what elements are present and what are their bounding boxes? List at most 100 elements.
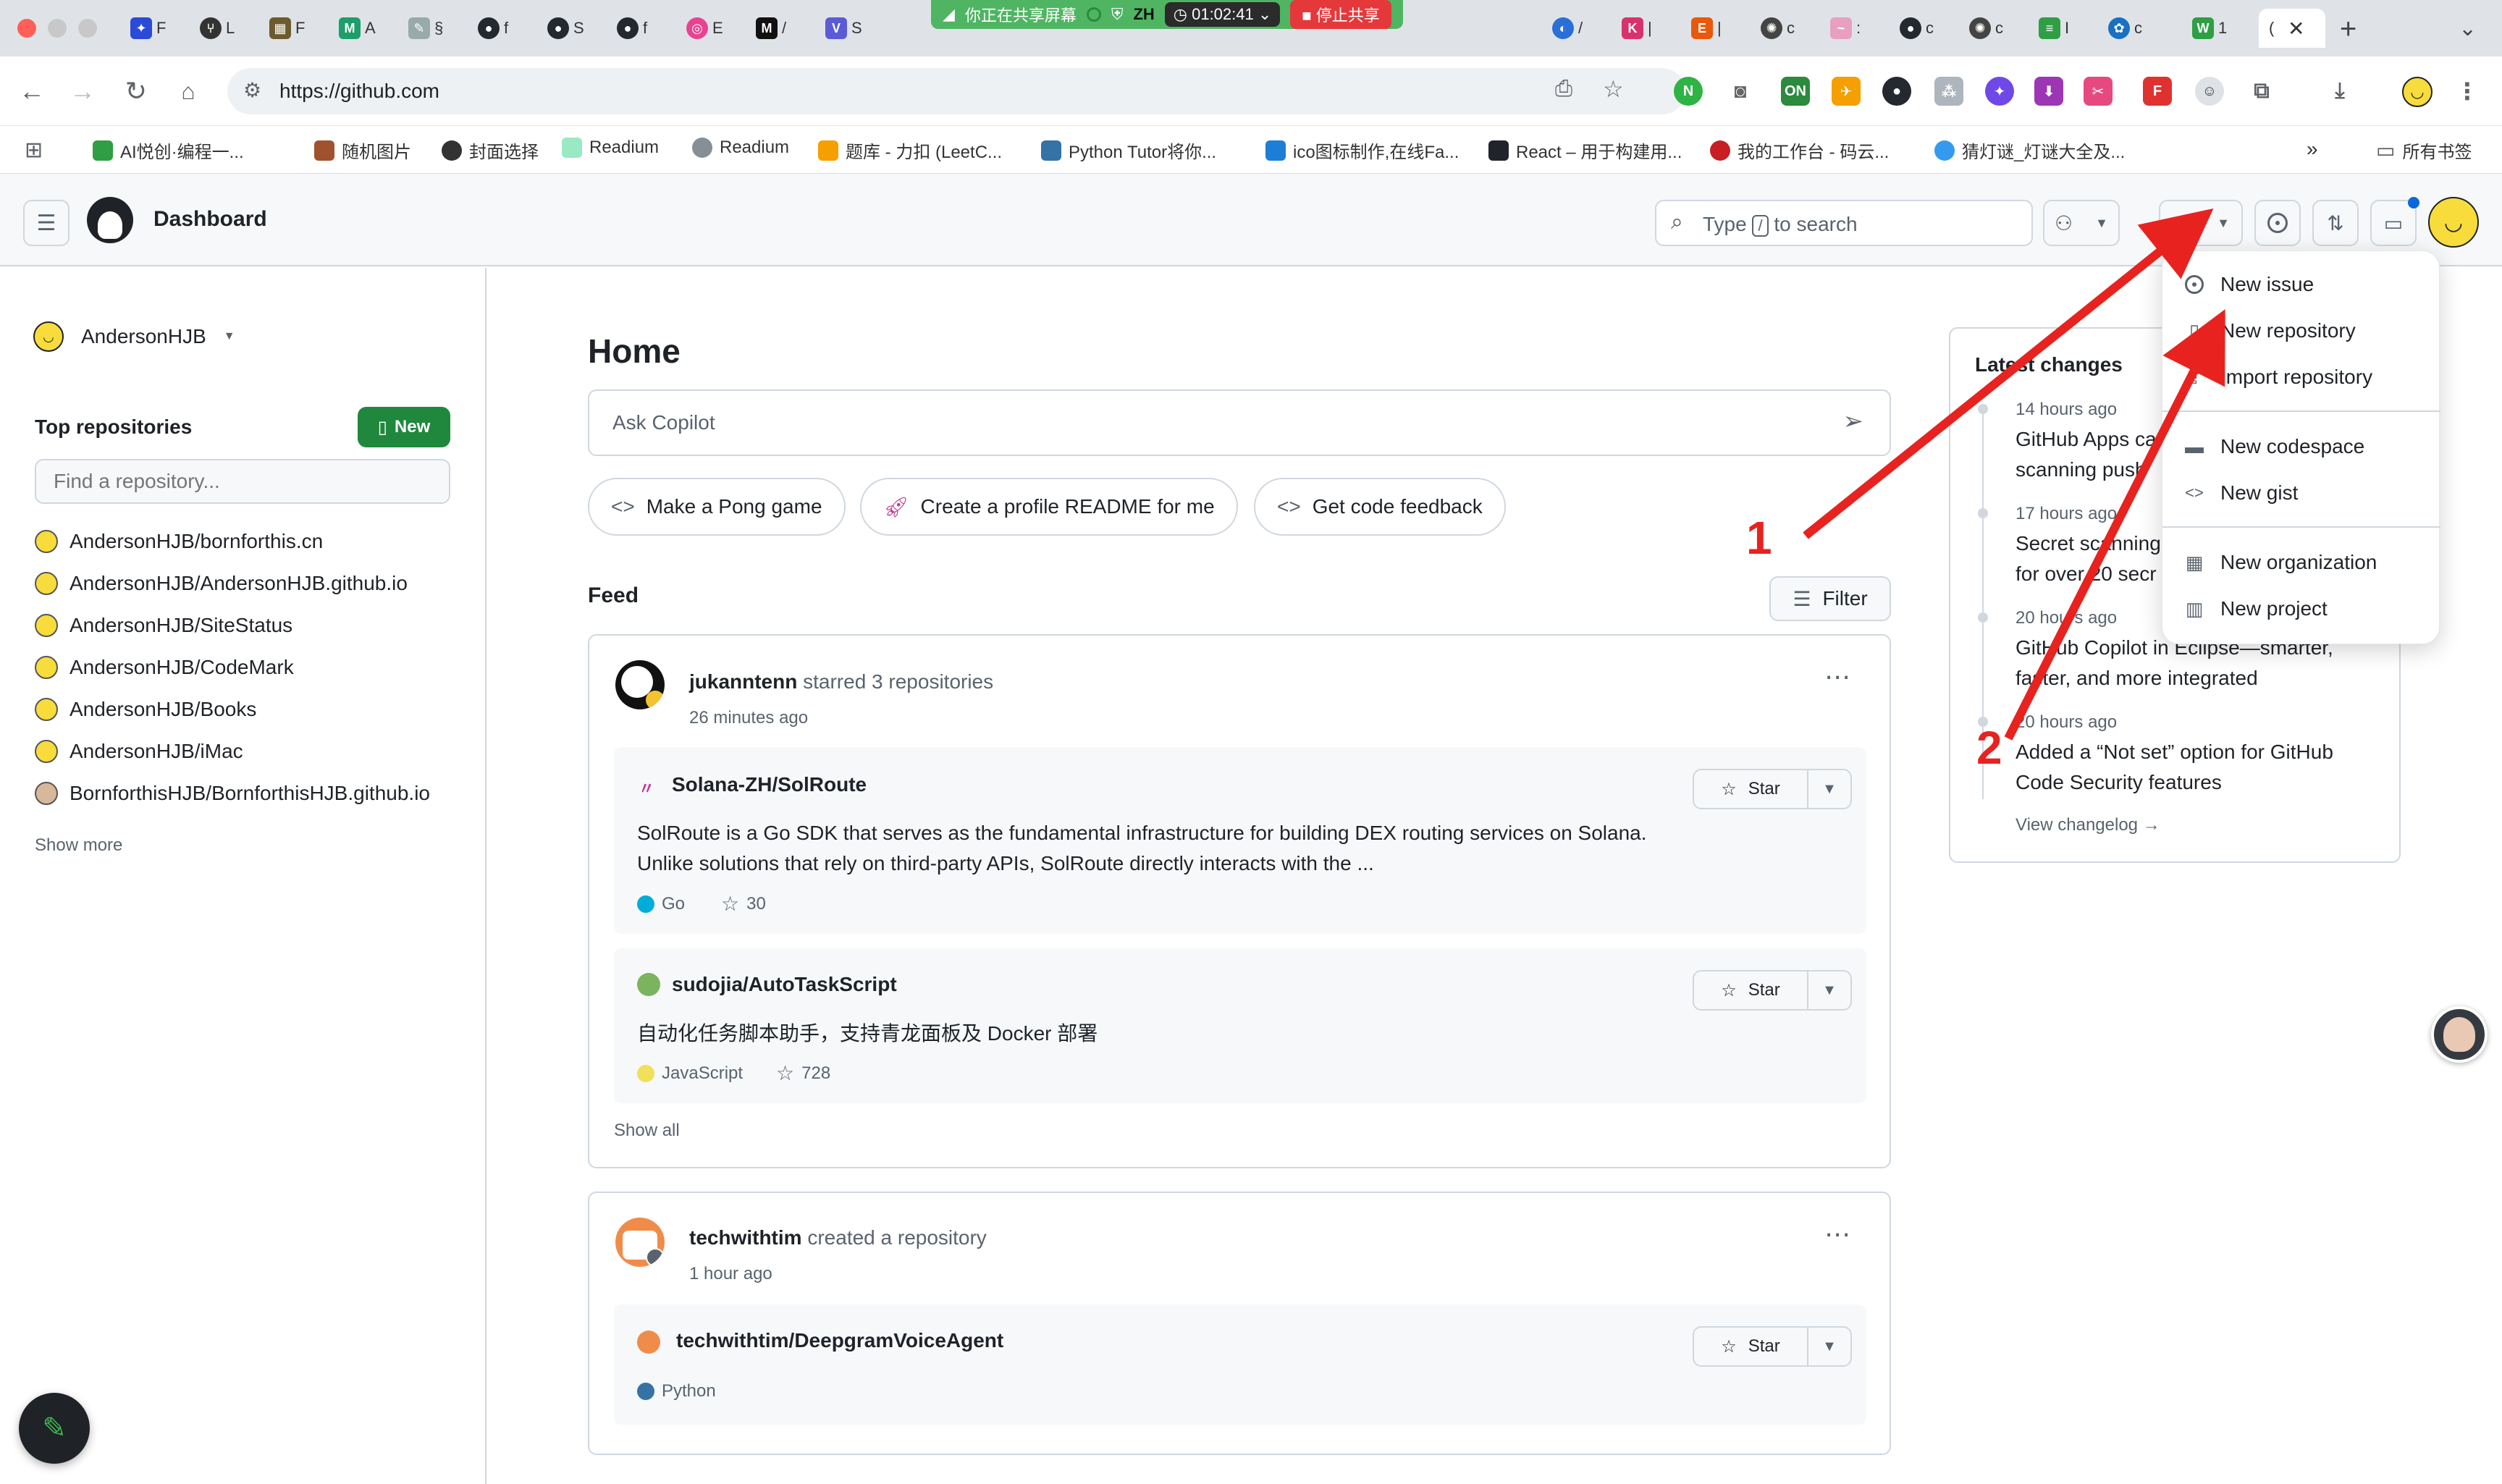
bookmark-item[interactable]: 我的工作台 - 码云... <box>1710 138 1889 163</box>
star-count[interactable]: 728 <box>801 1063 830 1084</box>
new-tab-button[interactable]: + <box>2340 13 2356 46</box>
notifications-button[interactable]: ▭ <box>2370 197 2419 246</box>
bookmark-item[interactable]: ico图标制作,在线Fa... <box>1265 138 1459 163</box>
feed-timestamp[interactable]: 1 hour ago <box>689 1264 772 1284</box>
bookmark-item[interactable]: Readium <box>562 138 659 158</box>
more-bookmarks-icon[interactable]: » <box>2307 138 2318 161</box>
bookmark-item[interactable]: Python Tutor将你... <box>1041 138 1216 163</box>
new-codespace-item[interactable]: ▬ New codespace <box>2183 435 2364 458</box>
repo-link[interactable]: AndersonHJB/Books <box>35 698 256 721</box>
new-project-item[interactable]: ▥ New project <box>2183 597 2328 620</box>
browser-tab[interactable]: ◐ / <box>1542 9 1612 48</box>
import-repository-item[interactable]: ⇪ Import repository <box>2183 366 2372 389</box>
star-list-dropdown[interactable]: ▼ <box>1808 971 1850 1009</box>
browser-tab[interactable]: VS <box>815 9 885 48</box>
bookmark-item[interactable]: 封面选择 <box>442 138 539 163</box>
repo-link[interactable]: AndersonHJB/bornforthis.cn <box>35 530 323 553</box>
repo-link[interactable]: AndersonHJB/iMac <box>35 740 243 763</box>
find-repository-input[interactable] <box>35 459 450 504</box>
browser-tab[interactable]: W1 <box>2182 9 2252 48</box>
create-new-button[interactable]: + ▼ <box>2159 200 2243 246</box>
extension-icon[interactable]: ✈ <box>1832 77 1861 106</box>
extension-icon[interactable]: ✦ <box>1985 77 2014 106</box>
new-repository-button[interactable]: ▯ New <box>358 407 450 447</box>
browser-tab[interactable]: ✺ c <box>1751 9 1820 48</box>
actor-avatar[interactable] <box>615 1218 665 1267</box>
star-count[interactable]: 30 <box>746 894 766 914</box>
bookmark-item[interactable]: 随机图片 <box>314 138 411 163</box>
site-info-icon[interactable]: ⚙ <box>243 78 261 102</box>
repo-link[interactable]: AndersonHJB/SiteStatus <box>35 614 292 637</box>
copilot-button[interactable]: ⚇ ▼ <box>2043 200 2120 246</box>
star-button[interactable]: ☆ Star ▼ <box>1693 970 1852 1011</box>
feed-timestamp[interactable]: 26 minutes ago <box>689 708 808 728</box>
repo-name-link[interactable]: Solana-ZH/SolRoute <box>672 773 867 796</box>
browser-tab[interactable]: ✺ c <box>1959 9 2029 48</box>
star-button[interactable]: ☆ Star ▼ <box>1693 1326 1852 1367</box>
bookmark-item[interactable]: 猜灯谜_灯谜大全及... <box>1934 138 2125 163</box>
browser-tab[interactable]: ⑂ L <box>190 9 259 48</box>
new-gist-item[interactable]: <> New gist <box>2183 481 2298 505</box>
close-window-button[interactable] <box>17 19 36 38</box>
stop-sharing-button[interactable]: ■ 停止共享 <box>1290 0 1391 29</box>
profile-extension-icon[interactable]: ☺ <box>2195 77 2224 106</box>
hamburger-menu-button[interactable]: ☰ <box>23 200 70 246</box>
browser-tab[interactable]: ✎ § <box>398 9 468 48</box>
github-logo-icon[interactable] <box>87 197 133 243</box>
browser-tab[interactable]: ● c <box>1890 9 1959 48</box>
browser-tab[interactable]: ◎ E <box>676 9 746 48</box>
extension-icon[interactable]: F <box>2143 77 2172 106</box>
repo-link[interactable]: AndersonHJB/CodeMark <box>35 656 294 679</box>
bookmark-item[interactable]: React – 用于构建用... <box>1488 138 1682 163</box>
extensions-puzzle-icon[interactable]: ⧉ <box>2247 77 2276 106</box>
suggestion-feedback-button[interactable]: <> Get code feedback <box>1254 478 1506 536</box>
star-button[interactable]: ☆ Star ▼ <box>1693 769 1852 809</box>
suggestion-pong-button[interactable]: <> Make a Pong game <box>588 478 846 536</box>
actor-username[interactable]: jukanntenn <box>689 670 797 693</box>
new-issue-item[interactable]: New issue <box>2183 273 2314 296</box>
suggestion-readme-button[interactable]: 🚀︎ Create a profile README for me <box>860 478 1238 536</box>
back-button[interactable]: ← <box>14 74 49 109</box>
repo-link[interactable]: BornforthisHJB/BornforthisHJB.github.io <box>35 782 430 805</box>
browser-menu-icon[interactable]: ⋮ <box>2453 77 2482 106</box>
star-list-dropdown[interactable]: ▼ <box>1808 770 1850 808</box>
repo-name-link[interactable]: sudojia/AutoTaskScript <box>672 973 897 996</box>
browser-tab[interactable]: ✦ F <box>120 9 190 48</box>
home-button[interactable]: ⌂ <box>171 74 206 109</box>
search-input[interactable]: ⌕ Type / to search <box>1655 200 2033 246</box>
copilot-input[interactable]: Ask Copilot ➢ <box>588 389 1891 456</box>
reload-button[interactable]: ↻ <box>119 74 153 109</box>
apps-grid-icon[interactable]: ⊞ <box>25 138 43 163</box>
url-text[interactable]: https://github.com <box>279 80 439 103</box>
issues-button[interactable] <box>2254 200 2301 246</box>
forward-button[interactable]: → <box>65 74 100 109</box>
pull-requests-button[interactable]: ⇅ <box>2312 200 2359 246</box>
browser-tab[interactable]: M / <box>746 9 815 48</box>
install-app-icon[interactable]: ⎙ <box>1555 77 1572 101</box>
edit-floating-button[interactable]: ✎ <box>19 1393 90 1464</box>
view-changelog-link[interactable]: View changelog → <box>2016 815 2160 835</box>
floating-assistant-avatar[interactable] <box>2431 1006 2488 1063</box>
new-organization-item[interactable]: ▦ New organization <box>2183 551 2377 574</box>
extension-icon[interactable]: ⁂ <box>1934 77 1963 106</box>
more-options-icon[interactable]: ⋯ <box>1824 1219 1850 1249</box>
more-options-icon[interactable]: ⋯ <box>1824 662 1850 692</box>
browser-tab[interactable]: ● f <box>468 9 537 48</box>
bookmark-item[interactable]: Readium <box>692 138 789 158</box>
show-more-link[interactable]: Show more <box>35 835 122 856</box>
browser-tab[interactable]: ≡ I <box>2029 9 2098 48</box>
bookmark-item[interactable]: 题库 - 力扣 (LeetC... <box>818 138 1002 163</box>
browser-tab[interactable]: ✿ c <box>2098 9 2168 48</box>
repo-link[interactable]: AndersonHJB/AndersonHJB.github.io <box>35 572 408 595</box>
browser-tab[interactable]: ● f <box>607 9 676 48</box>
extension-icon[interactable]: ⬇ <box>2034 77 2063 106</box>
filter-button[interactable]: ☰ Filter <box>1769 576 1891 621</box>
zoom-window-button[interactable] <box>78 19 97 38</box>
browser-tab[interactable]: MA <box>329 9 398 48</box>
actor-username[interactable]: techwithtim <box>689 1226 802 1249</box>
send-icon[interactable]: ➢ <box>1843 407 1864 436</box>
downloads-icon[interactable]: ⤓ <box>2325 77 2354 106</box>
browser-tab[interactable]: K | <box>1612 9 1681 48</box>
extension-icon[interactable]: ON <box>1781 77 1810 106</box>
bookmark-star-icon[interactable]: ☆ <box>1603 75 1624 103</box>
